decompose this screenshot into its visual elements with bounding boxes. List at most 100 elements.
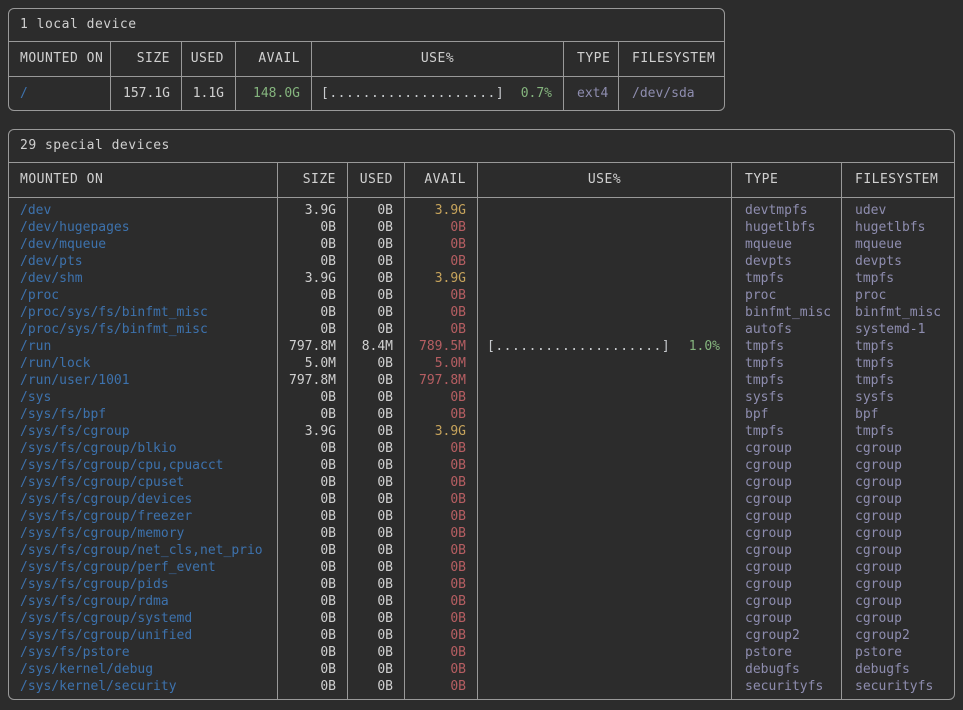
cell-filesystem: bpf — [842, 406, 954, 423]
mount-path: /sys/fs/bpf — [20, 407, 106, 422]
fs-type: devtmpfs — [745, 203, 808, 218]
cell-mounted-on: /sys/kernel/debug — [9, 661, 278, 678]
cell-avail: 0B — [405, 440, 478, 457]
cell-used: 0B — [348, 270, 405, 287]
fs-type: tmpfs — [745, 356, 784, 371]
cell-size: 0B — [278, 219, 348, 236]
mount-path: /sys/fs/cgroup/cpuset — [20, 475, 184, 490]
mount-path: /dev/hugepages — [20, 220, 130, 235]
cell-used: 0B — [348, 355, 405, 372]
cell-mounted-on: /proc — [9, 287, 278, 304]
cell-use-percent — [478, 474, 732, 491]
fs-type: cgroup — [745, 441, 792, 456]
cell-size: 0B — [278, 661, 348, 678]
cell-use-percent: [....................]1.0% — [478, 338, 732, 355]
col-header-type: TYPE — [732, 163, 842, 198]
cell-used: 0B — [348, 627, 405, 644]
cell-avail: 3.9G — [405, 423, 478, 440]
cell-type: bpf — [732, 406, 842, 423]
cell-use-percent — [478, 593, 732, 610]
cell-avail: 789.5M — [405, 338, 478, 355]
filesystem-name: cgroup — [855, 594, 902, 609]
local-devices-table: 1 local device MOUNTED ONSIZEUSEDAVAILUS… — [8, 8, 725, 111]
cell-size: 3.9G — [278, 270, 348, 287]
mount-path: /sys — [20, 390, 51, 405]
cell-filesystem: cgroup — [842, 559, 954, 576]
cell-filesystem: debugfs — [842, 661, 954, 678]
cell-type: cgroup — [732, 525, 842, 542]
usage-percent: 1.0% — [689, 338, 720, 355]
cell-use-percent — [478, 440, 732, 457]
fs-type: cgroup — [745, 526, 792, 541]
cell-use-percent — [478, 287, 732, 304]
cell-used: 0B — [348, 406, 405, 423]
cell-avail: 0B — [405, 610, 478, 627]
cell-mounted-on: /sys/fs/cgroup/memory — [9, 525, 278, 542]
cell-use-percent — [478, 236, 732, 253]
fs-type: cgroup — [745, 475, 792, 490]
cell-filesystem: cgroup — [842, 593, 954, 610]
cell-filesystem: tmpfs — [842, 423, 954, 440]
cell-size: 157.1G — [111, 77, 182, 110]
cell-mounted-on: /sys/fs/cgroup/systemd — [9, 610, 278, 627]
col-header-type: TYPE — [564, 42, 619, 77]
cell-size: 0B — [278, 253, 348, 270]
cell-used: 0B — [348, 610, 405, 627]
cell-type: cgroup — [732, 474, 842, 491]
cell-filesystem: cgroup — [842, 491, 954, 508]
cell-type: proc — [732, 287, 842, 304]
filesystem-name: hugetlbfs — [855, 220, 925, 235]
cell-used: 1.1G — [182, 77, 236, 110]
cell-avail: 0B — [405, 474, 478, 491]
filesystem-name: cgroup — [855, 543, 902, 558]
cell-type: tmpfs — [732, 372, 842, 389]
cell-avail: 0B — [405, 644, 478, 661]
cell-size: 0B — [278, 321, 348, 338]
cell-mounted-on: /proc/sys/fs/binfmt_misc — [9, 304, 278, 321]
cell-use-percent — [478, 321, 732, 338]
cell-type: cgroup — [732, 559, 842, 576]
fs-type: tmpfs — [745, 271, 784, 286]
cell-filesystem: cgroup — [842, 457, 954, 474]
special-devices-table: 29 special devices MOUNTED ONSIZEUSEDAVA… — [8, 129, 955, 700]
mount-path: /sys/fs/cgroup/rdma — [20, 594, 169, 609]
cell-size: 0B — [278, 236, 348, 253]
cell-type: cgroup — [732, 593, 842, 610]
cell-mounted-on: /sys/fs/cgroup/pids — [9, 576, 278, 593]
cell-use-percent — [478, 253, 732, 270]
cell-use-percent — [478, 508, 732, 525]
cell-mounted-on: /sys/fs/cgroup/blkio — [9, 440, 278, 457]
cell-mounted-on: /sys/fs/cgroup/net_cls,net_prio — [9, 542, 278, 559]
filesystem-name: mqueue — [855, 237, 902, 252]
cell-filesystem: mqueue — [842, 236, 954, 253]
cell-size: 0B — [278, 389, 348, 406]
mount-path: /sys/fs/cgroup/memory — [20, 526, 184, 541]
fs-type: mqueue — [745, 237, 792, 252]
usage-bar: [....................] — [321, 77, 504, 110]
cell-mounted-on: /sys/fs/cgroup/cpu,cpuacct — [9, 457, 278, 474]
col-header-filesystem: FILESYSTEM — [842, 163, 954, 198]
col-header-filesystem: FILESYSTEM — [619, 42, 724, 77]
cell-filesystem: devpts — [842, 253, 954, 270]
fs-type: binfmt_misc — [745, 305, 831, 320]
col-header-mounted-on: MOUNTED ON — [9, 42, 111, 77]
cell-avail: 0B — [405, 508, 478, 525]
mount-path: /sys/kernel/security — [20, 679, 177, 694]
cell-avail: 0B — [405, 457, 478, 474]
col-header-used: USED — [348, 163, 405, 198]
fs-type: tmpfs — [745, 424, 784, 439]
fs-type: devpts — [745, 254, 792, 269]
cell-filesystem: cgroup — [842, 508, 954, 525]
col-header-use-: USE% — [478, 163, 732, 198]
mount-path: /sys/fs/cgroup/cpu,cpuacct — [20, 458, 224, 473]
cell-mounted-on: /dev/hugepages — [9, 219, 278, 236]
cell-mounted-on: /dev — [9, 198, 278, 219]
fs-type: debugfs — [745, 662, 800, 677]
cell-type: tmpfs — [732, 338, 842, 355]
col-header-avail: AVAIL — [236, 42, 312, 77]
mount-path: /sys/fs/cgroup/systemd — [20, 611, 192, 626]
cell-avail: 0B — [405, 304, 478, 321]
fs-type: bpf — [745, 407, 768, 422]
fs-type: cgroup — [745, 492, 792, 507]
special-devices-table-header: MOUNTED ONSIZEUSEDAVAILUSE%TYPEFILESYSTE… — [9, 163, 954, 198]
